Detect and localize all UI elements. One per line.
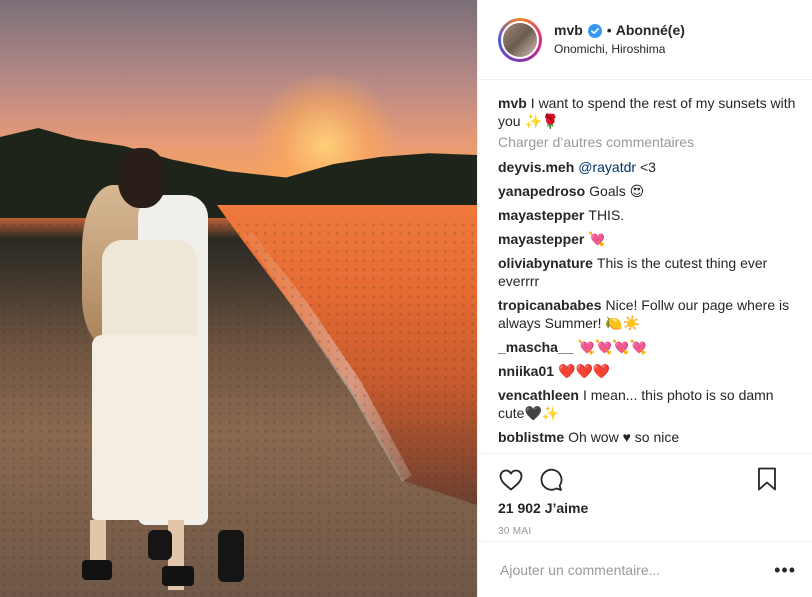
likes-count[interactable]: 21 902 J’aime: [498, 500, 796, 516]
comment-item: vencathleen I mean... this photo is so da…: [498, 386, 796, 422]
separator-dot: •: [606, 22, 612, 39]
comment-item: _mascha__ 💘💘💘💘: [498, 338, 796, 356]
bookmark-icon[interactable]: [754, 466, 780, 492]
woman-figure-shoe: [82, 560, 112, 580]
header-top-line: mvb • Abonné(e): [554, 22, 685, 40]
location-link[interactable]: Onomichi, Hiroshima: [554, 42, 685, 57]
comment-text: Goals 😍: [589, 183, 645, 199]
comment-item: tropicanababes Nice! Follw our page where…: [498, 296, 796, 332]
comment-mention[interactable]: @rayatdr: [578, 159, 636, 175]
comment-item: boblistme Oh wow ♥ so nice: [498, 428, 796, 446]
comment-username[interactable]: vencathleen: [498, 387, 579, 403]
verified-badge-icon: [587, 24, 602, 38]
man-figure-shoe: [218, 530, 244, 582]
more-options-icon[interactable]: •••: [774, 561, 796, 579]
comment-bubble-icon[interactable]: [538, 467, 564, 493]
avatar[interactable]: [501, 20, 539, 59]
action-icons-row: [498, 462, 796, 498]
comment-item: nniika01 ❤️❤️❤️: [498, 362, 796, 380]
comment-item: mayastepper THIS.: [498, 206, 796, 224]
woman-figure-dress: [92, 335, 200, 520]
comment-username[interactable]: tropicanababes: [498, 297, 601, 313]
post-actions: 21 902 J’aime 30 MAI: [478, 453, 812, 541]
comment-item: deyvis.meh @rayatdr <3: [498, 158, 796, 176]
follow-button[interactable]: Abonné(e): [616, 22, 685, 40]
caption-username[interactable]: mvb: [498, 95, 527, 111]
comment-text: <3: [639, 159, 656, 175]
load-more-comments-button[interactable]: Charger d’autres commentaires: [498, 134, 796, 150]
add-comment-bar: •••: [478, 541, 812, 597]
comment-username[interactable]: deyvis.meh: [498, 159, 574, 175]
comment-item: mayastepper 💘: [498, 230, 796, 248]
header-text: mvb • Abonné(e) Onomichi, Hiroshima: [554, 22, 685, 57]
comment-username[interactable]: nniika01: [498, 363, 554, 379]
post-photo[interactable]: [0, 0, 477, 597]
hills-silhouette: [0, 128, 477, 218]
post-caption: mvb I want to spend the rest of my sunset…: [498, 94, 796, 130]
woman-figure-shoe: [162, 566, 194, 586]
comment-item: oliviabynature This is the cutest thing e…: [498, 254, 796, 290]
caption-text: I want to spend the rest of my sunsets w…: [498, 95, 796, 129]
post-sidebar: mvb • Abonné(e) Onomichi, Hiroshima mvb I…: [477, 0, 812, 597]
comment-text: 💘: [588, 231, 606, 247]
comment-input[interactable]: [498, 560, 742, 579]
post-date[interactable]: 30 MAI: [498, 526, 796, 537]
comment-username[interactable]: mayastepper: [498, 231, 584, 247]
comment-text: 💘💘💘💘: [577, 339, 648, 355]
comment-text: Oh wow ♥ so nice: [568, 429, 680, 445]
comment-text: ❤️❤️❤️: [558, 363, 611, 379]
comments-section: mvb I want to spend the rest of my sunset…: [478, 80, 812, 453]
comment-text: THIS.: [588, 207, 625, 223]
comment-username[interactable]: oliviabynature: [498, 255, 593, 271]
comment-item: yanapedroso Goals 😍: [498, 182, 796, 200]
comment-username[interactable]: _mascha__: [498, 339, 574, 355]
comment-username[interactable]: mayastepper: [498, 207, 584, 223]
username-link[interactable]: mvb: [554, 22, 583, 40]
comment-username[interactable]: boblistme: [498, 429, 564, 445]
man-figure-shoe: [148, 530, 172, 560]
heart-outline-icon[interactable]: [498, 467, 524, 493]
comment-username[interactable]: yanapedroso: [498, 183, 585, 199]
post-header: mvb • Abonné(e) Onomichi, Hiroshima: [478, 0, 812, 80]
avatar-story-ring[interactable]: [498, 17, 542, 62]
instagram-post: mvb • Abonné(e) Onomichi, Hiroshima mvb I…: [0, 0, 812, 597]
man-figure-head: [118, 148, 166, 208]
